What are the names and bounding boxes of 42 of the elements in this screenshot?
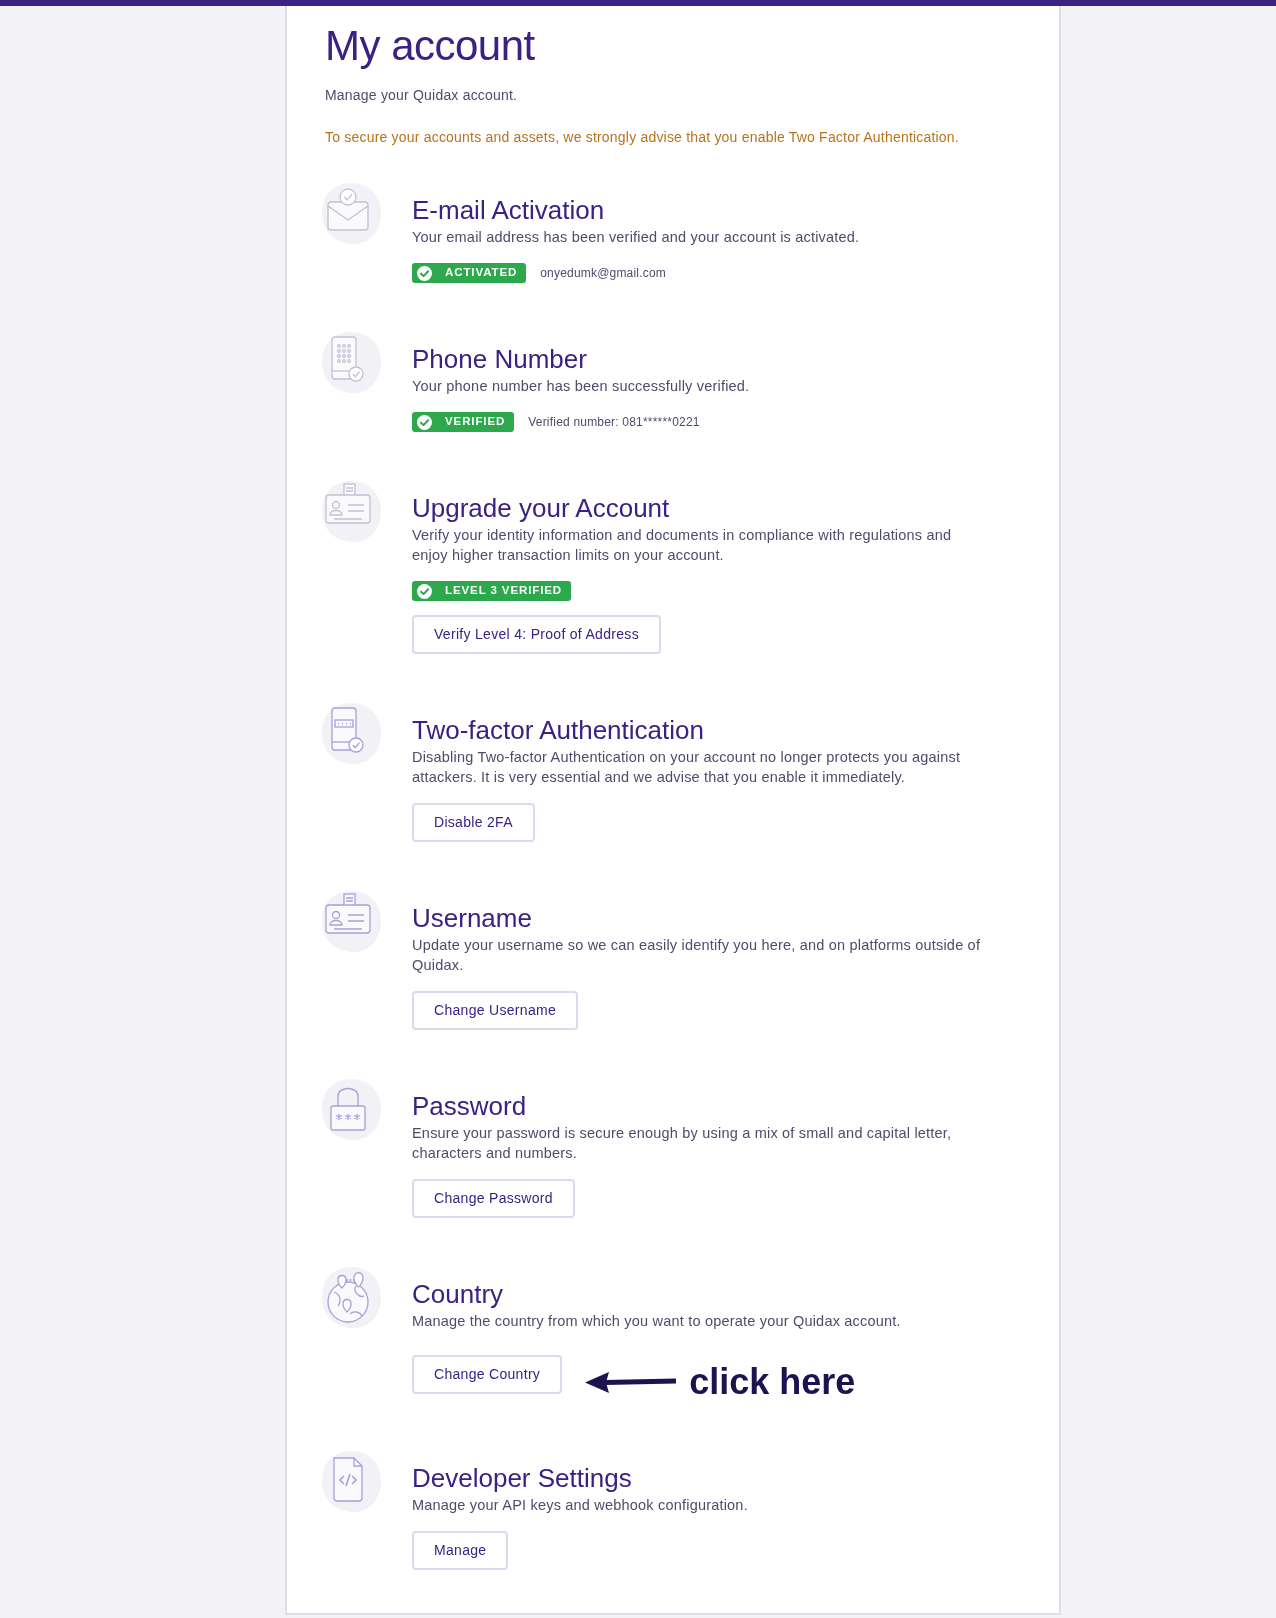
section-title: Username: [412, 902, 533, 935]
section-description: Your phone number has been successfully verified.: [412, 377, 751, 396]
page-subtitle: Manage your Quidax account.: [325, 86, 519, 105]
globe-pins-icon: [320, 1264, 383, 1330]
action-button[interactable]: Change Password: [412, 1179, 575, 1218]
section-description: Manage the country from which you want to operate your Quidax account.: [412, 1312, 902, 1331]
page-title: My account: [325, 21, 536, 71]
id-card-icon: [320, 478, 383, 544]
section-title: Two-factor Authentication: [412, 714, 705, 747]
section-description: Disabling Two-factor Authentication on your account no longer protects you against attackers. It is very essential and we advise that you enable it immediately.: [412, 748, 962, 787]
section-title: Country: [412, 1278, 505, 1311]
envelope-check-icon: [320, 180, 383, 246]
action-button[interactable]: Manage: [412, 1531, 509, 1570]
check-circle-icon: [417, 583, 432, 599]
check-circle-icon: [417, 414, 432, 430]
status-detail: Verified number: 081******0221: [528, 414, 700, 431]
status-badge: ACTIVATED: [412, 263, 527, 283]
security-notice: To secure your accounts and assets, we strongly advise that you enable Two Factor Authentication.: [325, 128, 960, 147]
status-badge: VERIFIED: [412, 412, 515, 432]
section-title: Upgrade your Account: [412, 492, 671, 525]
status-badge: LEVEL 3 VERIFIED: [412, 581, 572, 601]
section-title: E-mail Activation: [412, 194, 606, 227]
section-description: Ensure your password is secure enough by using a mix of small and capital letter, characters and numbers.: [412, 1124, 953, 1163]
action-button[interactable]: Change Country: [412, 1355, 563, 1394]
id-card-icon: [320, 888, 383, 954]
action-button[interactable]: Disable 2FA: [412, 803, 535, 842]
action-button[interactable]: Change Username: [412, 991, 578, 1030]
section-title: Developer Settings: [412, 1462, 633, 1495]
section-description: Update your username so we can easily identify you here, and on platforms outside of Quidax.: [412, 936, 982, 975]
section-title: Phone Number: [412, 343, 588, 376]
phone-keypad-icon: [320, 329, 383, 395]
section-description: Your email address has been verified and your account is activated.: [412, 228, 861, 247]
action-button[interactable]: Verify Level 4: Proof of Address: [412, 615, 661, 654]
check-circle-icon: [417, 265, 432, 281]
status-detail: onyedumk@gmail.com: [540, 265, 667, 282]
annotation-text: click here: [689, 1362, 856, 1402]
phone-password-icon: [320, 700, 383, 766]
section-title: Password: [412, 1090, 528, 1123]
code-file-icon: [320, 1448, 383, 1514]
padlock-icon: [320, 1076, 383, 1142]
section-description: Manage your API keys and webhook configuration.: [412, 1496, 749, 1515]
section-description: Verify your identity information and documents in compliance with regulations and enjoy higher transaction limits on your account.: [412, 526, 953, 565]
